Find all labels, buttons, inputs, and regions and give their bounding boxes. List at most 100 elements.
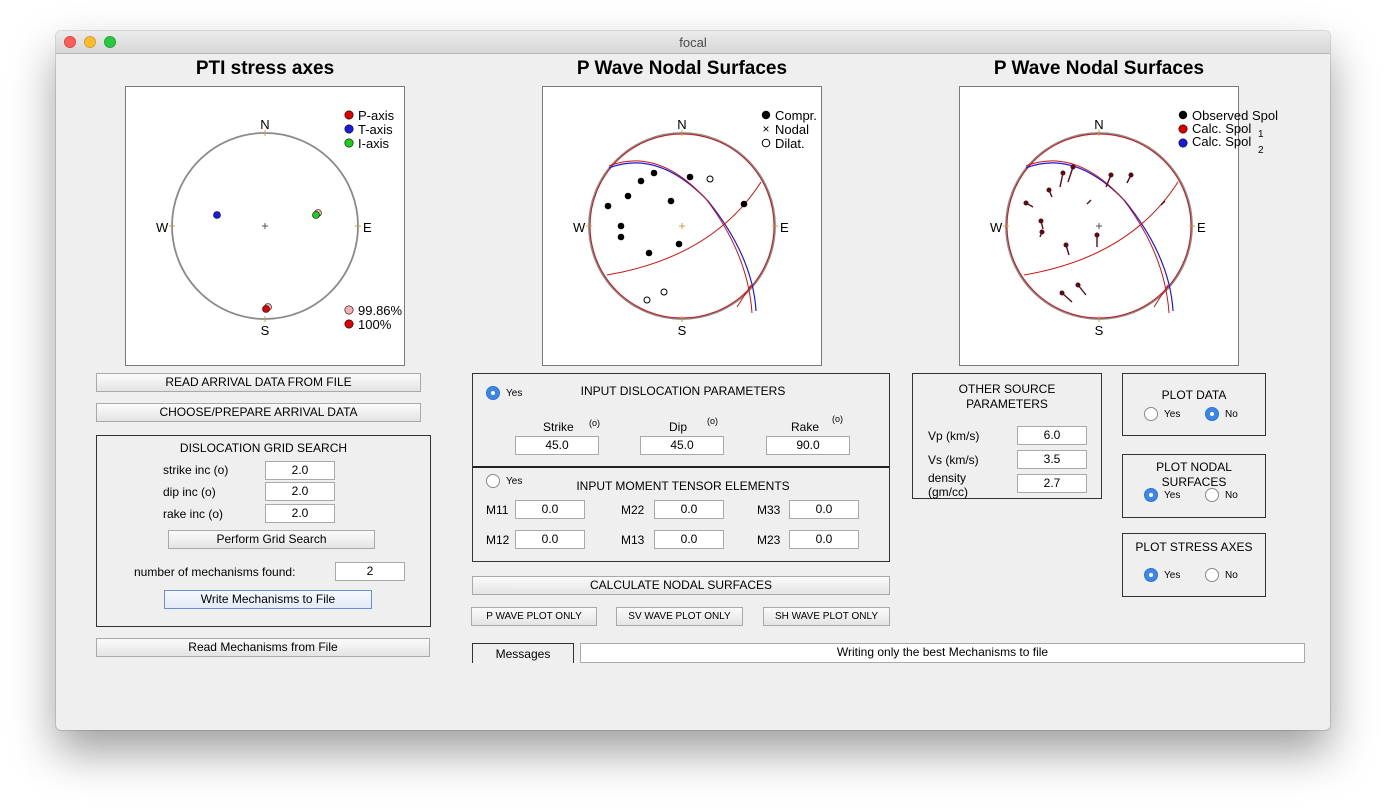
- legend-99-86-percent: 99.86%: [358, 303, 403, 318]
- legend-marker-t-axis: [344, 124, 354, 134]
- t-axis-point: [213, 211, 221, 219]
- density-label: density (gm/cc): [928, 471, 968, 499]
- legend-i-axis: I-axis: [358, 136, 390, 151]
- dislocation-yes-radio[interactable]: [486, 386, 500, 400]
- east-label: E: [363, 220, 372, 235]
- legend-marker-p-axis: [344, 110, 354, 120]
- m13-input[interactable]: 0.0: [654, 530, 724, 549]
- east-label: E: [1197, 220, 1206, 235]
- dip-label: Dip: [669, 420, 688, 434]
- m23-input[interactable]: 0.0: [789, 530, 859, 549]
- pti-plot-title: PTI stress axes: [195, 58, 335, 79]
- legend-p-axis: P-axis: [358, 108, 395, 123]
- plot-stress-yes-label: Yes: [1164, 570, 1181, 581]
- m11-input[interactable]: 0.0: [515, 500, 585, 519]
- nodal-plane-1-blue: [608, 162, 757, 312]
- legend-marker-i-axis: [344, 138, 354, 148]
- strike-unit: (o): [589, 418, 600, 428]
- rake-unit: (o): [832, 414, 843, 424]
- plot-data-yes-radio[interactable]: [1144, 407, 1158, 421]
- plot-stress-no-radio[interactable]: [1205, 568, 1219, 582]
- perform-grid-search-button[interactable]: Perform Grid Search: [168, 530, 375, 549]
- plot-nodal-yes-label: Yes: [1164, 490, 1181, 501]
- strike-inc-input[interactable]: 2.0: [265, 461, 335, 480]
- rake-input[interactable]: 90.0: [766, 436, 850, 455]
- legend-marker-calc-spol-1: [1178, 124, 1188, 134]
- m33-input[interactable]: 0.0: [789, 500, 859, 519]
- legend-marker-99-86: [344, 305, 354, 315]
- read-mechanisms-button[interactable]: Read Mechanisms from File: [96, 638, 430, 657]
- calculate-nodal-surfaces-button[interactable]: CALCULATE NODAL SURFACES: [472, 576, 890, 595]
- p-wave-plot-only-button[interactable]: P WAVE PLOT ONLY: [471, 607, 597, 626]
- plot-nodal-no-radio[interactable]: [1205, 488, 1219, 502]
- plot-nodal-yes-radio[interactable]: [1144, 488, 1158, 502]
- legend-compr: Compr.: [775, 108, 817, 123]
- polarization-arrows: [1023, 164, 1166, 303]
- plot-data-yes-label: Yes: [1164, 409, 1181, 420]
- m22-label: M22: [621, 503, 645, 517]
- plot-stress-yes-radio[interactable]: [1144, 568, 1158, 582]
- center-cross: [262, 223, 268, 229]
- m33-label: M33: [757, 503, 781, 517]
- nodal-plane-3: [1153, 284, 1169, 308]
- mechanisms-found-value: 2: [335, 562, 405, 581]
- messages-text: Writing only the best Mechanisms to file: [580, 643, 1305, 663]
- north-label: N: [260, 117, 269, 132]
- sv-wave-plot-only-button[interactable]: SV WAVE PLOT ONLY: [616, 607, 743, 626]
- legend-marker-dilat: [761, 138, 771, 148]
- sh-wave-plot-only-button[interactable]: SH WAVE PLOT ONLY: [763, 607, 890, 626]
- plot-data-title: PLOT DATA: [1161, 388, 1227, 402]
- plot-data-no-radio[interactable]: [1205, 407, 1219, 421]
- moment-tensor-yes-radio[interactable]: [486, 474, 500, 488]
- compression-points: [604, 169, 748, 257]
- write-mechanisms-button[interactable]: Write Mechanisms to File: [164, 590, 372, 609]
- moment-tensor-yes-label: Yes: [506, 476, 523, 487]
- south-label: S: [261, 323, 270, 338]
- south-label: S: [1095, 323, 1104, 338]
- m12-input[interactable]: 0.0: [515, 530, 585, 549]
- m12-label: M12: [486, 533, 510, 547]
- south-label: S: [678, 323, 687, 338]
- nodal-plane-1-red: [608, 160, 753, 314]
- moment-tensor-title: INPUT MOMENT TENSOR ELEMENTS: [576, 479, 790, 493]
- legend-calc-spol-2: Calc. Spol: [1192, 134, 1251, 149]
- other-source-panel: OTHER SOURCE PARAMETERS Vp (km/s) 6.0 Vs…: [912, 373, 1102, 499]
- app-window: focal PTI stress axes N S W E P-axis T-a…: [56, 31, 1330, 730]
- choose-arrival-data-button[interactable]: CHOOSE/PREPARE ARRIVAL DATA: [96, 403, 421, 422]
- pwave-plot-title: P Wave Nodal Surfaces: [576, 58, 788, 79]
- mechanisms-found-label: number of mechanisms found:: [134, 565, 296, 579]
- window-title: focal: [679, 35, 707, 50]
- dip-input[interactable]: 45.0: [640, 436, 724, 455]
- density-input[interactable]: 2.7: [1017, 474, 1087, 493]
- legend-marker-100: [344, 319, 354, 329]
- plot-stress-title: PLOT STRESS AXES: [1135, 540, 1253, 554]
- dip-inc-input[interactable]: 2.0: [265, 482, 335, 501]
- grid-search-panel: DISLOCATION GRID SEARCH strike inc (o) 2…: [96, 435, 431, 627]
- legend-100-percent: 100%: [358, 317, 392, 332]
- spol-plot-canvas: N S W E Observed Spol Calc. Spol 1 Calc.…: [990, 108, 1278, 338]
- m13-label: M13: [621, 533, 645, 547]
- rake-inc-input[interactable]: 2.0: [265, 504, 335, 523]
- strike-input[interactable]: 45.0: [515, 436, 599, 455]
- legend-nodal: Nodal: [775, 122, 809, 137]
- vp-input[interactable]: 6.0: [1017, 426, 1087, 445]
- read-arrival-data-button[interactable]: READ ARRIVAL DATA FROM FILE: [96, 373, 421, 392]
- legend-t-axis: T-axis: [358, 122, 393, 137]
- vs-input[interactable]: 3.5: [1017, 450, 1087, 469]
- grid-search-title: DISLOCATION GRID SEARCH: [179, 441, 348, 455]
- nodal-plane-2: [1023, 181, 1179, 276]
- dip-unit: (o): [707, 416, 718, 426]
- pti-stress-axes-plot: N S W E P-axis T-axis I-axis 99.86% 100%: [125, 86, 405, 366]
- strike-inc-label: strike inc (o): [163, 463, 229, 477]
- east-label: E: [780, 220, 789, 235]
- legend-subscript-2: 2: [1258, 145, 1264, 156]
- i-axis-point: [312, 211, 320, 219]
- pwave-plot-canvas: N S W E Compr. × Nodal Dilat.: [573, 108, 817, 338]
- center-cross: [1096, 223, 1102, 229]
- legend-marker-compr: [761, 110, 771, 120]
- north-label: N: [1094, 117, 1103, 132]
- plot-stress-panel: PLOT STRESS AXES Yes No: [1122, 533, 1266, 597]
- messages-tab[interactable]: Messages: [472, 643, 574, 663]
- m22-input[interactable]: 0.0: [654, 500, 724, 519]
- rake-label: Rake: [791, 420, 820, 434]
